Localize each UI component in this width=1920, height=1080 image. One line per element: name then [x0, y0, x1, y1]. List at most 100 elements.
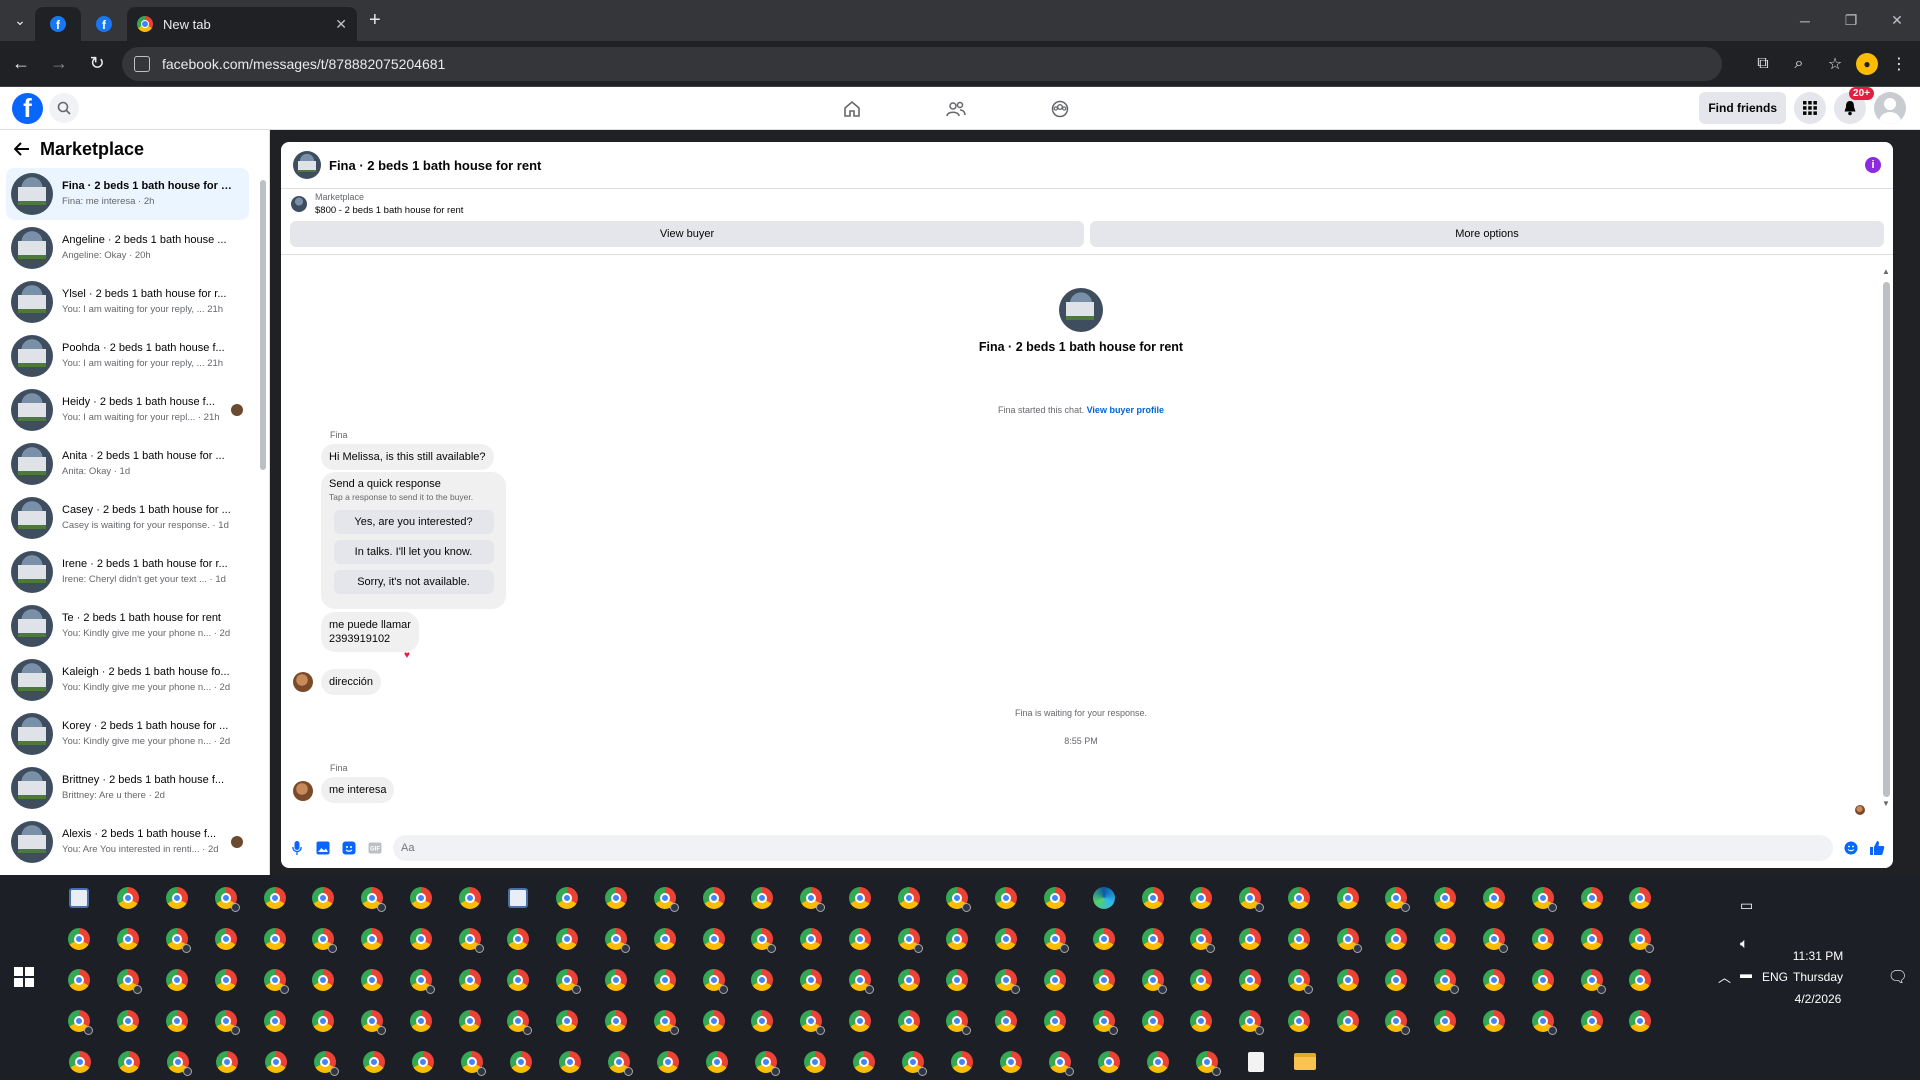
taskbar-chrome-icon[interactable]	[104, 1000, 153, 1041]
taskbar-chrome-icon[interactable]	[787, 959, 836, 1000]
conversation-item[interactable]: Korey · 2 beds 1 bath house for ... You: …	[6, 708, 249, 760]
install-app-icon[interactable]: ⧉	[1748, 47, 1778, 81]
conversation-item[interactable]: Angeline · 2 beds 1 bath house ... Angeli…	[6, 222, 249, 274]
taskbar-chrome-icon[interactable]	[933, 1000, 982, 1041]
sidebar-scrollbar[interactable]	[259, 170, 267, 470]
taskbar-chrome-icon[interactable]	[640, 959, 689, 1000]
taskbar-chrome-icon[interactable]	[201, 959, 250, 1000]
taskbar-chrome-icon[interactable]	[937, 1041, 986, 1080]
taskbar-chrome-icon[interactable]	[1128, 959, 1177, 1000]
taskbar-chrome-icon[interactable]	[348, 959, 397, 1000]
conversation-item[interactable]: Fina · 2 beds 1 bath house for r... Fina:…	[6, 168, 249, 220]
taskbar-chrome-icon[interactable]	[55, 959, 104, 1000]
taskbar-chrome-icon[interactable]	[738, 1000, 787, 1041]
restore-icon[interactable]: ❐	[1828, 0, 1874, 41]
back-icon[interactable]: ←	[4, 47, 38, 81]
thumbs-up-icon[interactable]	[1869, 840, 1885, 856]
taskbar-chrome-icon[interactable]	[982, 877, 1031, 918]
taskbar-chrome-icon[interactable]	[1567, 877, 1616, 918]
taskbar-chrome-icon[interactable]	[986, 1041, 1035, 1080]
taskbar-chrome-icon[interactable]	[55, 1000, 104, 1041]
taskbar-chrome-icon[interactable]	[494, 959, 543, 1000]
clock-date[interactable]: 4/2/2026	[1778, 992, 1858, 1006]
profile-icon[interactable]: ●	[1856, 53, 1878, 75]
taskbar-chrome-icon[interactable]	[1177, 1000, 1226, 1041]
taskbar-chrome-icon[interactable]	[1518, 918, 1567, 959]
network-tablet-icon[interactable]: ▭	[1740, 897, 1753, 914]
conversation-item[interactable]: Anita · 2 beds 1 bath house for ... Anita…	[6, 438, 249, 490]
taskbar-chrome-icon[interactable]	[1421, 959, 1470, 1000]
taskbar-chrome-icon[interactable]	[1079, 1000, 1128, 1041]
taskbar-chrome-icon[interactable]	[1372, 1000, 1421, 1041]
taskbar-chrome-icon[interactable]	[55, 1041, 104, 1080]
taskbar-chrome-icon[interactable]	[300, 1041, 349, 1080]
message-input[interactable]	[393, 835, 1833, 861]
taskbar-chrome-icon[interactable]	[884, 877, 933, 918]
taskbar-chrome-icon[interactable]	[1372, 959, 1421, 1000]
taskbar-chrome-icon[interactable]	[689, 959, 738, 1000]
taskbar-chrome-icon[interactable]	[202, 1041, 251, 1080]
show-hidden-icons-chevron-icon[interactable]: ︿	[1718, 967, 1731, 986]
taskbar-chrome-icon[interactable]	[836, 1000, 885, 1041]
taskbar-chrome-icon[interactable]	[104, 918, 153, 959]
taskbar-chrome-icon[interactable]	[741, 1041, 790, 1080]
taskbar-chrome-icon[interactable]	[1128, 877, 1177, 918]
taskbar-chrome-icon[interactable]	[299, 959, 348, 1000]
taskbar-chrome-icon[interactable]	[496, 1041, 545, 1080]
taskbar-chrome-icon[interactable]	[689, 918, 738, 959]
taskbar-chrome-icon[interactable]	[348, 877, 397, 918]
taskbar-chrome-icon[interactable]	[933, 877, 982, 918]
taskbar-notepad-icon[interactable]	[1231, 1041, 1280, 1080]
taskbar-chrome-icon[interactable]	[1518, 877, 1567, 918]
taskbar-chrome-icon[interactable]	[396, 918, 445, 959]
taskbar-chrome-icon[interactable]	[1567, 918, 1616, 959]
taskbar-chrome-icon[interactable]	[1616, 959, 1665, 1000]
taskbar-chrome-icon[interactable]	[933, 918, 982, 959]
taskbar-chrome-icon[interactable]	[738, 918, 787, 959]
taskbar-chrome-icon[interactable]	[982, 918, 1031, 959]
menu-kebab-icon[interactable]: ⋮	[1884, 47, 1914, 81]
sticker-icon[interactable]	[341, 840, 357, 856]
taskbar-chrome-icon[interactable]	[104, 877, 153, 918]
microphone-icon[interactable]	[289, 840, 305, 856]
facebook-logo-icon[interactable]: f	[12, 93, 43, 124]
taskbar-chrome-icon[interactable]	[1323, 1000, 1372, 1041]
taskbar-chrome-icon[interactable]	[787, 877, 836, 918]
clock-day[interactable]: Thursday	[1778, 970, 1858, 984]
taskbar-chrome-icon[interactable]	[1226, 959, 1275, 1000]
quick-response-button[interactable]: Yes, are you interested?	[333, 510, 494, 534]
taskbar-chrome-icon[interactable]	[1616, 877, 1665, 918]
taskbar-chrome-icon[interactable]	[592, 1000, 641, 1041]
taskbar-chrome-icon[interactable]	[1031, 1000, 1080, 1041]
taskbar-chrome-icon[interactable]	[643, 1041, 692, 1080]
taskbar-chrome-icon[interactable]	[1323, 877, 1372, 918]
taskbar-chrome-icon[interactable]	[640, 877, 689, 918]
taskbar-chrome-icon[interactable]	[1177, 918, 1226, 959]
taskbar-chrome-icon[interactable]	[543, 918, 592, 959]
taskbar-chrome-icon[interactable]	[153, 1000, 202, 1041]
more-options-button[interactable]: More options	[1090, 221, 1884, 247]
taskbar-chrome-icon[interactable]	[790, 1041, 839, 1080]
account-avatar[interactable]	[1874, 92, 1906, 124]
conversation-item[interactable]: Kaleigh · 2 beds 1 bath house fo... You: …	[6, 654, 249, 706]
taskbar-chrome-icon[interactable]	[692, 1041, 741, 1080]
bookmark-star-icon[interactable]: ☆	[1820, 47, 1850, 81]
taskbar-chrome-icon[interactable]	[1226, 1000, 1275, 1041]
taskbar-chrome-icon[interactable]	[1079, 959, 1128, 1000]
minimize-icon[interactable]: ─	[1782, 0, 1828, 41]
taskbar-chrome-icon[interactable]	[592, 877, 641, 918]
conversation-item[interactable]: Casey · 2 beds 1 bath house for ... Casey…	[6, 492, 249, 544]
taskbar-chrome-icon[interactable]	[1518, 959, 1567, 1000]
taskbar-chrome-icon[interactable]	[1616, 1000, 1665, 1041]
display-icon[interactable]: ▬	[1740, 967, 1752, 981]
find-friends-button[interactable]: Find friends	[1699, 92, 1786, 124]
taskbar-chrome-icon[interactable]	[1031, 877, 1080, 918]
tab-close-icon[interactable]: ✕	[335, 16, 347, 33]
taskbar-chrome-icon[interactable]	[494, 1000, 543, 1041]
taskbar-chrome-icon[interactable]	[884, 918, 933, 959]
taskbar-chrome-icon[interactable]	[1421, 1000, 1470, 1041]
taskbar-chrome-icon[interactable]	[640, 1000, 689, 1041]
view-buyer-profile-link[interactable]: View buyer profile	[1087, 405, 1164, 415]
taskbar-chrome-icon[interactable]	[839, 1041, 888, 1080]
friends-icon[interactable]	[904, 87, 1008, 130]
